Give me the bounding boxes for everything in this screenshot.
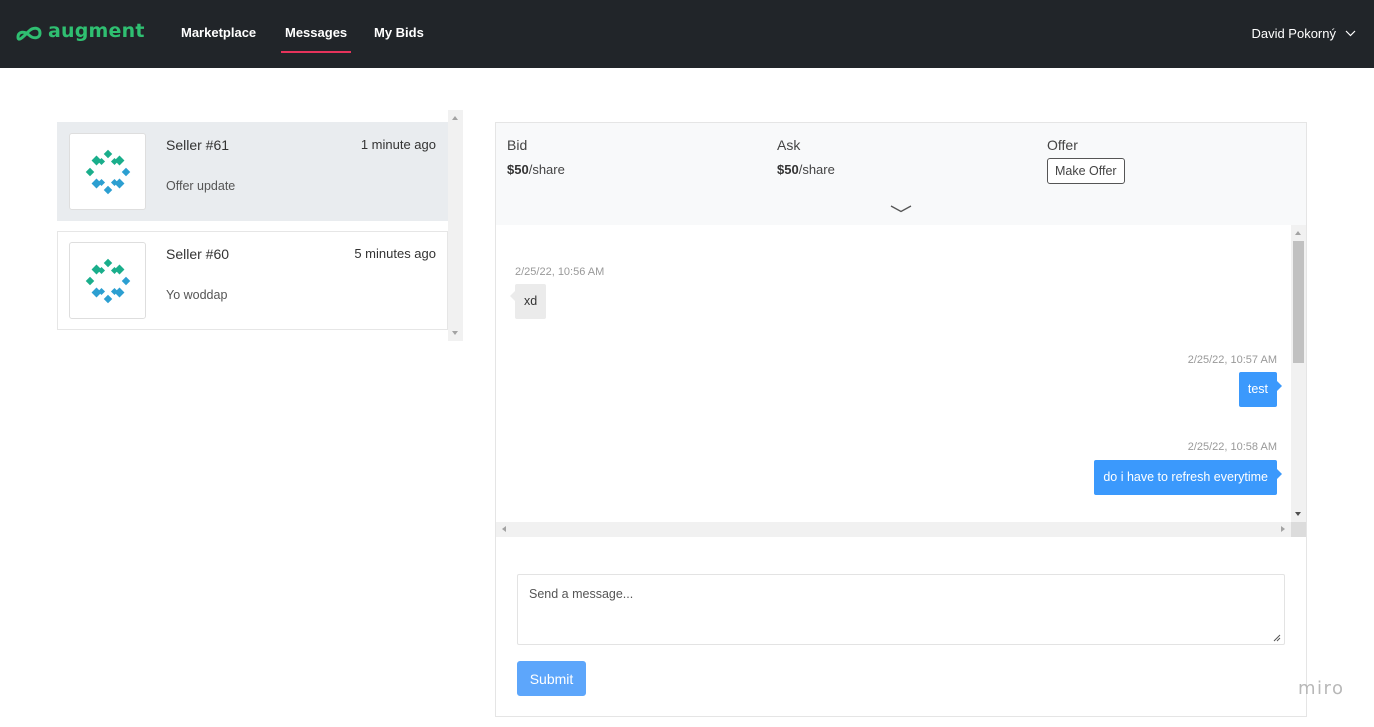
nav-marketplace[interactable]: Marketplace: [181, 25, 256, 40]
augment-logo-icon: [16, 26, 42, 41]
message-input[interactable]: [517, 574, 1285, 645]
conversation-preview: Yo woddap: [166, 288, 228, 302]
chevron-down-icon: [1345, 30, 1356, 37]
message-thread-horizontal-scrollbar[interactable]: [496, 522, 1306, 537]
bid-value: $50/share: [507, 162, 565, 177]
ask-label: Ask: [777, 137, 801, 153]
scroll-up-arrow-icon[interactable]: [1295, 231, 1301, 235]
teal-diamond-logo-icon: [85, 149, 130, 194]
offer-summary: Bid $50/share Ask $50/share Offer Make O…: [496, 123, 1306, 225]
avatar: [69, 242, 146, 319]
teal-diamond-logo-icon: [85, 258, 130, 303]
make-offer-button[interactable]: Make Offer: [1047, 158, 1125, 184]
bid-section: Bid $50/share: [507, 137, 565, 177]
offer-label: Offer: [1047, 137, 1078, 153]
message-bubble-incoming: xd: [509, 284, 547, 319]
miro-watermark: miro: [1298, 678, 1345, 699]
conversation-name: Seller #60: [166, 246, 230, 262]
ask-section: Ask $50/share: [777, 137, 835, 177]
ask-value: $50/share: [777, 162, 835, 177]
message-thread: 2/25/22, 10:56 AM xd 2/25/22, 10:57 AM t…: [496, 225, 1306, 537]
conversation-time: 5 minutes ago: [354, 246, 436, 261]
conversation-item[interactable]: Seller #60 5 minutes ago Yo woddap: [57, 231, 448, 330]
user-name: David Pokorný: [1251, 26, 1336, 41]
conversation-item[interactable]: Seller #61 1 minute ago Offer update: [57, 122, 448, 221]
conversation-list: Seller #61 1 minute ago Offer update Sel…: [57, 110, 463, 341]
nav-my-bids[interactable]: My Bids: [374, 25, 424, 40]
brand-logo[interactable]: augment: [15, 18, 145, 48]
message-thread-vertical-scrollbar[interactable]: [1291, 225, 1306, 522]
bid-label: Bid: [507, 137, 528, 153]
avatar: [69, 133, 146, 210]
scrollbar-thumb[interactable]: [1293, 241, 1304, 363]
message-composer: Submit: [496, 537, 1306, 716]
message-timestamp: 2/25/22, 10:56 AM: [515, 266, 605, 278]
chat-panel: Bid $50/share Ask $50/share Offer Make O…: [495, 122, 1307, 717]
conversation-time: 1 minute ago: [360, 137, 436, 152]
top-navbar: augment Marketplace Messages My Bids Dav…: [0, 0, 1374, 68]
brand-name: augment: [48, 20, 145, 42]
message-timestamp: 2/25/22, 10:57 AM: [1187, 354, 1277, 366]
chevron-down-icon[interactable]: [890, 205, 912, 213]
conversation-name: Seller #61: [166, 137, 230, 153]
resize-grip-icon[interactable]: [1273, 634, 1281, 642]
scroll-down-arrow-icon[interactable]: [452, 331, 458, 335]
user-menu[interactable]: David Pokorný: [1251, 26, 1356, 41]
scrollbar-corner: [1291, 522, 1306, 537]
conversation-list-scrollbar[interactable]: [448, 110, 463, 341]
message-bubble-outgoing: do i have to refresh everytime: [1094, 460, 1282, 495]
scroll-down-arrow-icon[interactable]: [1295, 512, 1301, 516]
submit-button[interactable]: Submit: [517, 661, 586, 696]
nav-messages[interactable]: Messages: [280, 25, 352, 53]
message-timestamp: 2/25/22, 10:58 AM: [1187, 441, 1277, 453]
message-bubble-outgoing: test: [1238, 372, 1283, 407]
scroll-up-arrow-icon[interactable]: [452, 116, 458, 120]
scroll-right-arrow-icon[interactable]: [1281, 526, 1285, 532]
conversation-preview: Offer update: [166, 179, 236, 193]
offer-section: Offer Make Offer: [1047, 137, 1125, 184]
scroll-left-arrow-icon[interactable]: [502, 526, 506, 532]
